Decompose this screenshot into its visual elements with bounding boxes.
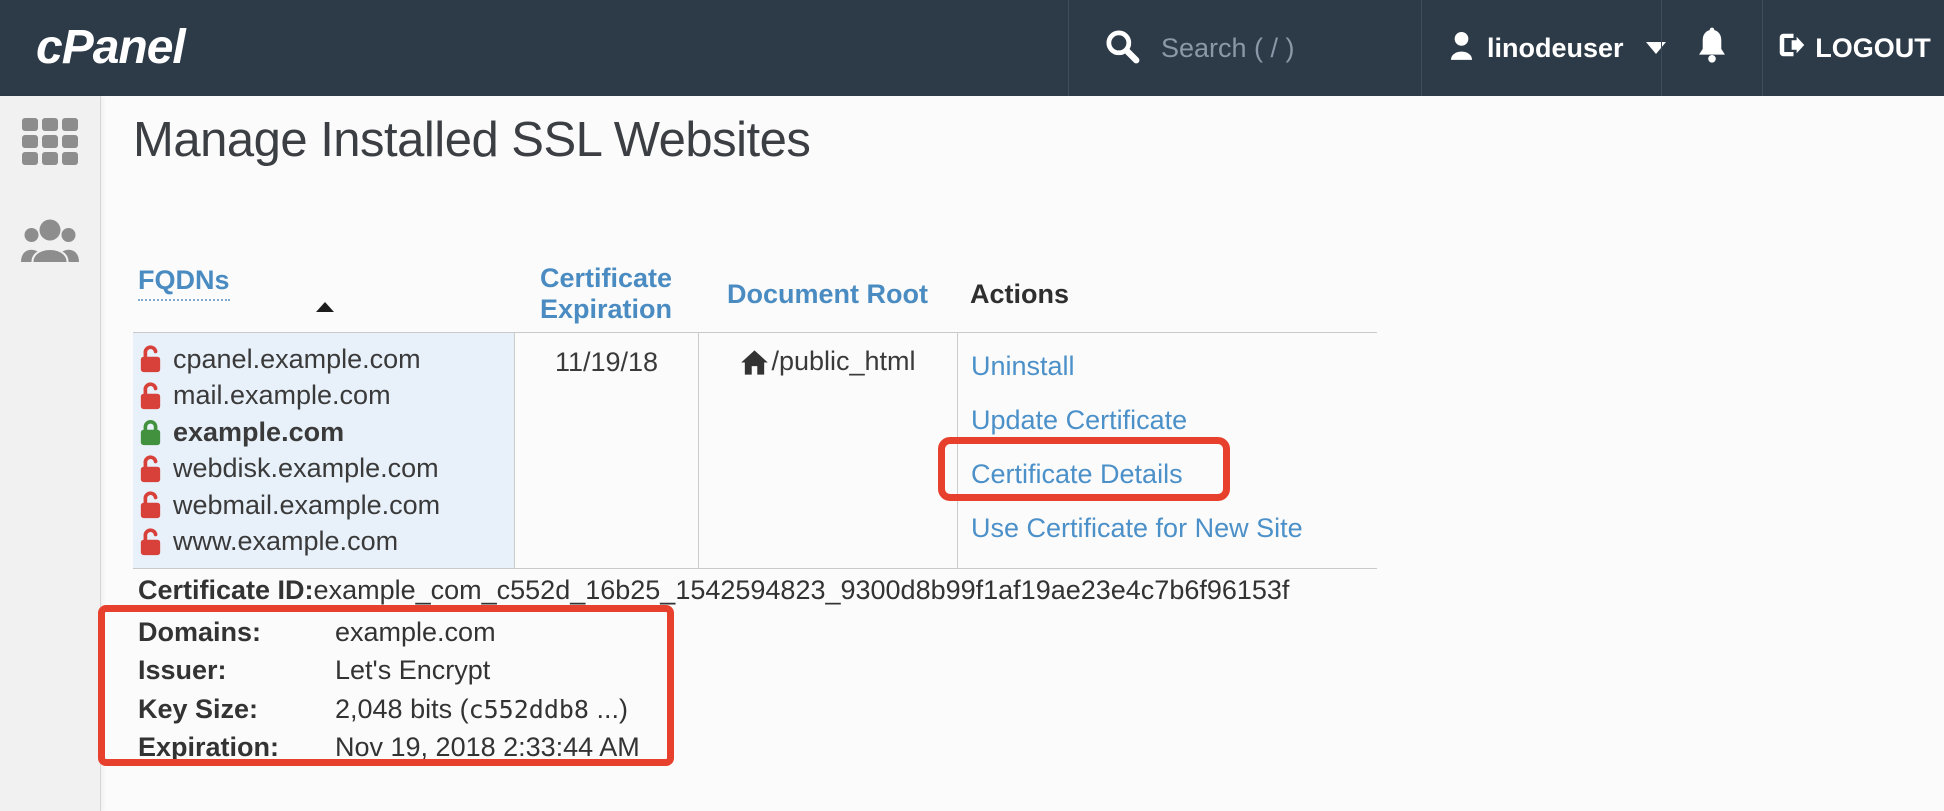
user-groups-icon bbox=[21, 218, 79, 269]
fqdn-item: example.com bbox=[138, 414, 514, 451]
notifications-button[interactable] bbox=[1661, 0, 1762, 96]
search-box[interactable] bbox=[1068, 0, 1421, 96]
sidebar-user-manager-button[interactable] bbox=[0, 218, 100, 269]
detail-row-expiration: Expiration: Nov 19, 2018 2:33:44 AM bbox=[138, 729, 640, 768]
open-lock-icon bbox=[138, 344, 163, 374]
expiration-label: Expiration: bbox=[138, 732, 335, 763]
detail-row-issuer: Issuer: Let's Encrypt bbox=[138, 652, 640, 691]
bell-icon bbox=[1695, 27, 1729, 70]
column-header-fqdns[interactable]: FQDNs bbox=[138, 265, 230, 301]
top-navbar: cPanel linodeuser bbox=[0, 0, 1944, 96]
detail-row-key-size: Key Size: 2,048 bits (c552ddb8 ...) bbox=[138, 690, 640, 729]
search-input[interactable] bbox=[1159, 32, 1403, 65]
document-root-path: /public_html bbox=[771, 346, 915, 377]
column-header-certificate-expiration[interactable]: Certificate Expiration bbox=[514, 263, 698, 325]
sort-ascending-icon bbox=[316, 302, 334, 312]
domains-value: example.com bbox=[335, 617, 640, 648]
fqdns-cell: cpanel.example.com mail.example.com bbox=[133, 333, 514, 568]
logout-button[interactable]: LOGOUT bbox=[1762, 0, 1944, 96]
key-size-value: 2,048 bits (c552ddb8 ...) bbox=[335, 694, 640, 725]
search-icon bbox=[1103, 27, 1141, 70]
fqdn-item: www.example.com bbox=[138, 524, 514, 561]
fqdn-item: mail.example.com bbox=[138, 378, 514, 415]
certificate-id-label: Certificate ID: bbox=[138, 575, 314, 605]
fqdn-domain: cpanel.example.com bbox=[173, 344, 421, 375]
fqdn-domain: example.com bbox=[173, 417, 344, 448]
table-header-row: FQDNs Certificate Expiration Document Ro… bbox=[133, 256, 1377, 333]
open-lock-icon bbox=[138, 527, 163, 557]
uninstall-link[interactable]: Uninstall bbox=[971, 347, 1377, 385]
closed-lock-icon bbox=[138, 417, 163, 447]
actions-cell: Uninstall Update Certificate Certificate… bbox=[957, 333, 1377, 568]
issuer-value: Let's Encrypt bbox=[335, 655, 640, 686]
issuer-label: Issuer: bbox=[138, 655, 335, 686]
logout-label: LOGOUT bbox=[1815, 33, 1931, 64]
use-certificate-for-new-site-link[interactable]: Use Certificate for New Site bbox=[971, 509, 1377, 547]
ssl-websites-table: FQDNs Certificate Expiration Document Ro… bbox=[133, 256, 1377, 569]
fqdn-item: cpanel.example.com bbox=[138, 341, 514, 378]
fqdn-item: webmail.example.com bbox=[138, 487, 514, 524]
cpanel-logo[interactable]: cPanel bbox=[36, 0, 185, 96]
page-title: Manage Installed SSL Websites bbox=[133, 112, 810, 168]
table-row: cpanel.example.com mail.example.com bbox=[133, 333, 1377, 569]
certificate-id-row: Certificate ID:example_com_c552d_16b25_1… bbox=[138, 575, 1289, 606]
fqdn-domain: webdisk.example.com bbox=[173, 453, 439, 484]
open-lock-icon bbox=[138, 490, 163, 520]
column-header-document-root[interactable]: Document Root bbox=[698, 279, 957, 310]
expiration-value: Nov 19, 2018 2:33:44 AM bbox=[335, 732, 640, 763]
column-header-fqdns-cell: FQDNs bbox=[133, 256, 514, 296]
fqdn-domain: www.example.com bbox=[173, 526, 398, 557]
key-size-label: Key Size: bbox=[138, 694, 335, 725]
sidebar-home-button[interactable] bbox=[0, 96, 100, 165]
user-menu[interactable]: linodeuser bbox=[1421, 0, 1661, 96]
column-header-actions: Actions bbox=[957, 279, 1377, 310]
username-label: linodeuser bbox=[1487, 33, 1624, 64]
certificate-details-panel: Domains: example.com Issuer: Let's Encry… bbox=[138, 613, 640, 767]
navbar-right-cluster: linodeuser bbox=[1068, 0, 1944, 96]
home-icon bbox=[740, 349, 769, 376]
left-sidebar bbox=[0, 96, 101, 811]
user-icon bbox=[1448, 30, 1475, 66]
cpanel-app: cPanel linodeuser bbox=[0, 0, 1944, 811]
certificate-id-value: example_com_c552d_16b25_1542594823_9300d… bbox=[314, 575, 1290, 605]
certificate-expiration-cell: 11/19/18 bbox=[514, 333, 698, 568]
key-id-mono: c552ddb8 bbox=[469, 695, 589, 724]
certificate-details-link[interactable]: Certificate Details bbox=[971, 455, 1377, 493]
logout-icon bbox=[1776, 30, 1806, 67]
main-content: Manage Installed SSL Websites FQDNs Cert… bbox=[100, 96, 1944, 811]
fqdn-item: webdisk.example.com bbox=[138, 451, 514, 488]
domains-label: Domains: bbox=[138, 617, 335, 648]
detail-row-domains: Domains: example.com bbox=[138, 613, 640, 652]
apps-grid-icon bbox=[22, 118, 78, 165]
document-root-cell: /public_html bbox=[698, 333, 957, 568]
open-lock-icon bbox=[138, 381, 163, 411]
update-certificate-link[interactable]: Update Certificate bbox=[971, 401, 1377, 439]
open-lock-icon bbox=[138, 454, 163, 484]
fqdn-domain: mail.example.com bbox=[173, 380, 391, 411]
fqdn-domain: webmail.example.com bbox=[173, 490, 440, 521]
